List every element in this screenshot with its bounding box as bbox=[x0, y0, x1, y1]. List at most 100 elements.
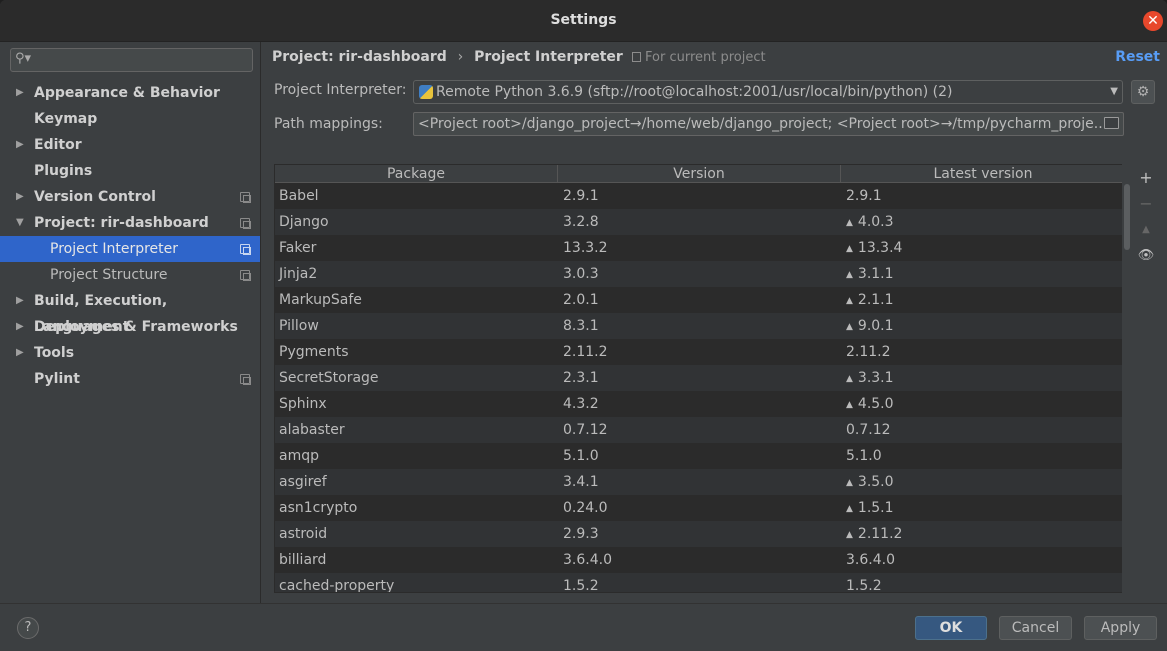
sidebar-item-label: Languages & Frameworks bbox=[34, 319, 238, 335]
package-name-cell-text: asn1crypto bbox=[279, 500, 358, 516]
package-name-cell-text: alabaster bbox=[279, 422, 345, 438]
latest-version-cell: 0.7.12 bbox=[846, 417, 891, 443]
close-button[interactable]: ✕ bbox=[1143, 11, 1163, 31]
column-header-latest-version[interactable]: Latest version bbox=[841, 165, 1123, 183]
help-button[interactable]: ? bbox=[17, 617, 39, 639]
version-cell-text: 8.3.1 bbox=[563, 318, 599, 334]
breadcrumb-current: Project Interpreter bbox=[474, 49, 623, 65]
table-row[interactable]: alabaster 0.7.12 0.7.12 bbox=[275, 417, 1123, 443]
latest-version-cell: 2.9.1 bbox=[846, 183, 882, 209]
package-name-cell: asgiref bbox=[279, 469, 327, 495]
package-name-cell-text: Pillow bbox=[279, 318, 319, 334]
package-name-cell: Babel bbox=[279, 183, 319, 209]
sidebar-item[interactable]: Project Structure bbox=[0, 262, 260, 288]
latest-version-cell: ▲ 2.11.2 bbox=[846, 521, 902, 548]
upgrade-available-icon: ▲ bbox=[846, 218, 853, 228]
latest-version-cell: 5.1.0 bbox=[846, 443, 882, 469]
table-row[interactable]: SecretStorage 2.3.1 ▲ 3.3.1 bbox=[275, 365, 1123, 391]
search-icon: ⚲▾ bbox=[15, 51, 32, 66]
chevron-down-icon[interactable]: ▼ bbox=[16, 210, 24, 236]
version-cell: 3.0.3 bbox=[563, 261, 599, 287]
upgrade-package-button[interactable]: ▲ bbox=[1134, 218, 1158, 242]
sidebar-item[interactable]: ▶ Languages & Frameworks bbox=[0, 314, 260, 340]
chevron-right-icon[interactable]: ▶ bbox=[16, 340, 24, 366]
sidebar-item[interactable]: ▶ Tools bbox=[0, 340, 260, 366]
sidebar-item[interactable]: ▼ Project: rir-dashboard bbox=[0, 210, 260, 236]
table-row[interactable]: asn1crypto 0.24.0 ▲ 1.5.1 bbox=[275, 495, 1123, 521]
remove-package-button[interactable]: − bbox=[1134, 192, 1158, 216]
sidebar-item-label: Tools bbox=[34, 345, 75, 361]
table-scrollbar[interactable] bbox=[1122, 164, 1130, 593]
column-header-package[interactable]: Package bbox=[275, 165, 558, 183]
table-body: Babel 2.9.1 2.9.1 Django 3.2.8 ▲ 4.0.3 Faker 13.… bbox=[275, 183, 1123, 593]
sidebar-item[interactable]: ▶ Appearance & Behavior bbox=[0, 80, 260, 106]
sidebar-item[interactable]: ▶ Build, Execution, Deployment bbox=[0, 288, 260, 335]
version-cell: 5.1.0 bbox=[563, 443, 599, 469]
project-scope-icon bbox=[240, 192, 251, 203]
sidebar-item[interactable]: Pylint bbox=[0, 366, 260, 392]
sidebar-item[interactable]: ▶ Version Control bbox=[0, 184, 260, 210]
breadcrumb-separator: › bbox=[457, 49, 464, 65]
chevron-right-icon[interactable]: ▶ bbox=[16, 288, 24, 314]
latest-version-cell-text: 2.1.1 bbox=[857, 292, 894, 308]
path-mappings-field[interactable]: <Project root>/django_project→/home/web/… bbox=[413, 112, 1124, 136]
sidebar-item-label: Version Control bbox=[34, 189, 156, 205]
table-row[interactable]: Babel 2.9.1 2.9.1 bbox=[275, 183, 1123, 209]
sidebar-item[interactable]: Keymap bbox=[0, 106, 260, 132]
table-row[interactable]: Django 3.2.8 ▲ 4.0.3 bbox=[275, 209, 1123, 235]
table-row[interactable]: astroid 2.9.3 ▲ 2.11.2 bbox=[275, 521, 1123, 548]
package-name-cell-text: astroid bbox=[279, 526, 328, 542]
add-package-button[interactable]: + bbox=[1134, 166, 1158, 190]
version-cell: 8.3.1 bbox=[563, 313, 599, 339]
sidebar-item[interactable]: Plugins bbox=[0, 158, 260, 184]
table-row[interactable]: billiard 3.6.4.0 3.6.4.0 bbox=[275, 547, 1123, 573]
upgrade-available-icon: ▲ bbox=[846, 244, 853, 254]
version-cell-text: 0.24.0 bbox=[563, 500, 608, 516]
chevron-right-icon[interactable]: ▶ bbox=[16, 314, 24, 340]
latest-version-cell-text: 3.6.4.0 bbox=[846, 552, 895, 568]
settings-tree: ▶ Appearance & Behavior Keymap ▶ Editor Plugi… bbox=[0, 80, 260, 392]
table-row[interactable]: MarkupSafe 2.0.1 ▲ 2.1.1 bbox=[275, 287, 1123, 313]
version-cell: 0.24.0 bbox=[563, 495, 608, 521]
chevron-right-icon[interactable]: ▶ bbox=[16, 184, 24, 210]
package-name-cell: Pillow bbox=[279, 313, 319, 339]
reset-link[interactable]: Reset bbox=[1115, 49, 1160, 65]
column-header-version[interactable]: Version bbox=[558, 165, 841, 183]
table-row[interactable]: Pillow 8.3.1 ▲ 9.0.1 bbox=[275, 313, 1123, 339]
version-cell-text: 3.0.3 bbox=[563, 266, 599, 282]
interpreter-settings-button[interactable]: ⚙ bbox=[1131, 80, 1155, 104]
chevron-right-icon[interactable]: ▶ bbox=[16, 80, 24, 106]
show-early-releases-button[interactable]: 👁 bbox=[1134, 244, 1158, 268]
main-panel: Project: rir-dashboard › Project Interpr… bbox=[262, 42, 1167, 603]
ok-button[interactable]: OK bbox=[915, 616, 987, 640]
version-cell: 2.9.1 bbox=[563, 183, 599, 209]
sidebar-item[interactable]: ▶ Editor bbox=[0, 132, 260, 158]
folder-icon[interactable] bbox=[1104, 117, 1119, 129]
table-row[interactable]: cached-property 1.5.2 1.5.2 bbox=[275, 573, 1123, 593]
table-row[interactable]: Faker 13.3.2 ▲ 13.3.4 bbox=[275, 235, 1123, 261]
chevron-right-icon[interactable]: ▶ bbox=[16, 132, 24, 158]
latest-version-cell-text: 2.11.2 bbox=[846, 344, 891, 360]
breadcrumb-parent[interactable]: Project: rir-dashboard bbox=[272, 49, 447, 65]
version-cell: 2.11.2 bbox=[563, 339, 608, 365]
latest-version-cell-text: 2.9.1 bbox=[846, 188, 882, 204]
apply-button[interactable]: Apply bbox=[1084, 616, 1157, 640]
latest-version-cell-text: 1.5.2 bbox=[846, 578, 882, 593]
table-row[interactable]: Sphinx 4.3.2 ▲ 4.5.0 bbox=[275, 391, 1123, 417]
sidebar-item[interactable]: Project Interpreter bbox=[0, 236, 260, 262]
package-name-cell: Pygments bbox=[279, 339, 349, 365]
latest-version-cell-text: 13.3.4 bbox=[857, 240, 903, 256]
table-row[interactable]: Pygments 2.11.2 2.11.2 bbox=[275, 339, 1123, 365]
table-row[interactable]: Jinja2 3.0.3 ▲ 3.1.1 bbox=[275, 261, 1123, 287]
interpreter-dropdown[interactable]: Remote Python 3.6.9 (sftp://root@localho… bbox=[413, 80, 1123, 104]
table-row[interactable]: amqp 5.1.0 5.1.0 bbox=[275, 443, 1123, 469]
project-scope-icon bbox=[240, 374, 251, 385]
search-box[interactable]: ⚲▾ bbox=[10, 48, 253, 72]
latest-version-cell-text: 4.5.0 bbox=[857, 396, 894, 412]
table-row[interactable]: asgiref 3.4.1 ▲ 3.5.0 bbox=[275, 469, 1123, 495]
scrollbar-thumb[interactable] bbox=[1124, 184, 1130, 250]
cancel-button[interactable]: Cancel bbox=[999, 616, 1072, 640]
version-cell-text: 3.6.4.0 bbox=[563, 552, 612, 568]
search-input[interactable] bbox=[37, 51, 247, 69]
minus-icon: − bbox=[1139, 194, 1153, 213]
